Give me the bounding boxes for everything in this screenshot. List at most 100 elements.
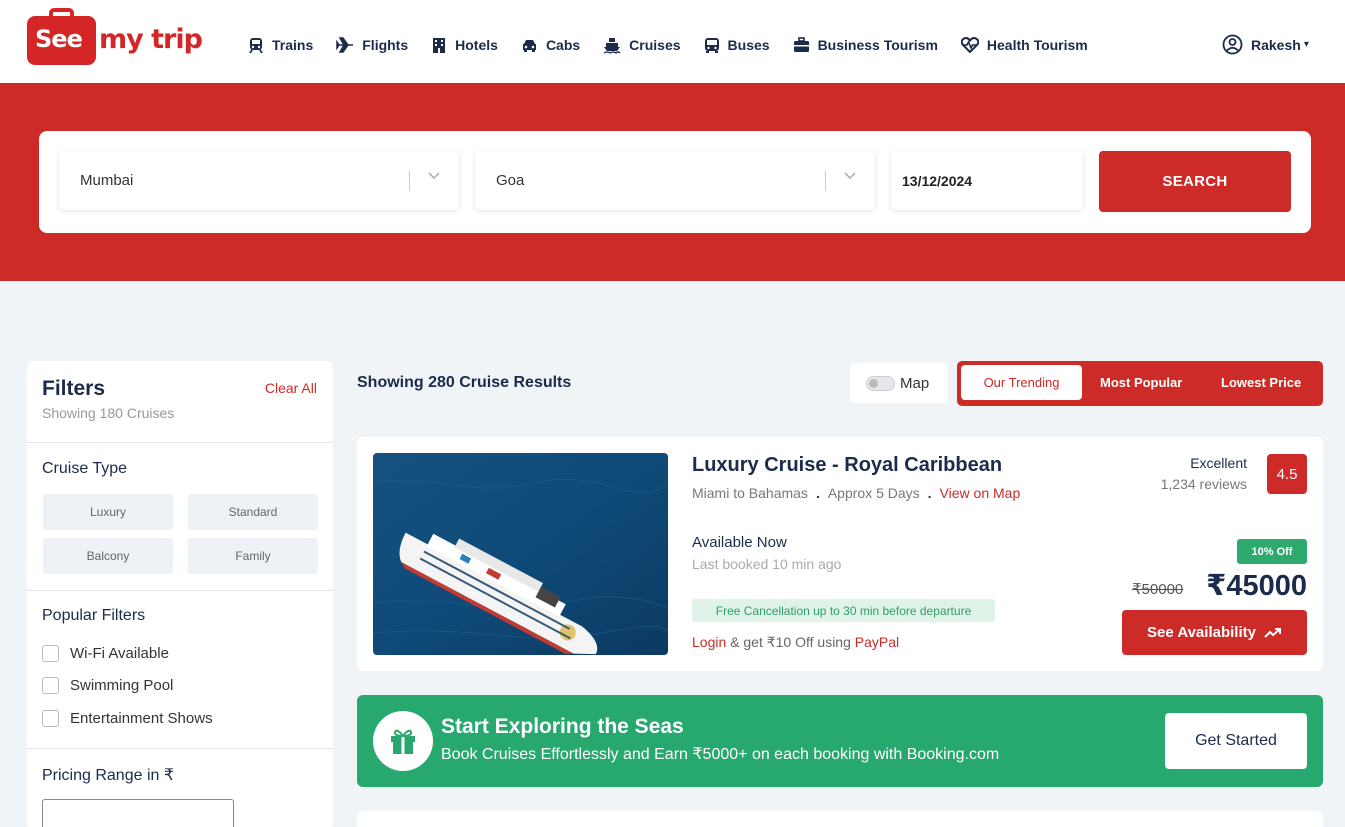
user-name: Rakesh [1251,36,1301,53]
filter-entertainment[interactable]: Entertainment Shows [42,710,213,727]
nav-item-buses[interactable]: Buses [704,37,770,54]
chip-luxury[interactable]: Luxury [43,494,173,530]
filter-label: Entertainment Shows [70,710,213,727]
chip-family[interactable]: Family [188,538,318,574]
button-label: See Availability [1147,624,1256,641]
date-value: 13/12/2024 [902,173,973,189]
login-offer-text: & get ₹10 Off using [726,634,855,650]
from-select[interactable]: Mumbai [59,151,459,210]
main-nav: Trains Flights Hotels Cabs Cruises Buses… [248,34,1111,56]
nav-label: Business Tourism [817,37,938,53]
search-card: Mumbai Goa 13/12/2024 SEARCH [39,131,1311,233]
popular-filters-heading: Popular Filters [42,607,146,624]
nav-item-hotels[interactable]: Hotels [431,37,498,54]
cruise-title[interactable]: Luxury Cruise - Royal Caribbean [692,454,1002,477]
toggle-switch[interactable] [866,375,895,391]
pricing-range-heading: Pricing Range in ₹ [42,767,175,784]
promo-banner: Start Exploring the Seas Book Cruises Ef… [357,695,1323,787]
last-booked-text: Last booked 10 min ago [692,556,842,572]
sort-tab-our-trending[interactable]: Our Trending [961,365,1082,400]
logo-text-see: See [35,25,83,53]
logo-text-rest: my trip [99,24,203,55]
ship-icon [603,37,621,54]
login-offer: Login & get ₹10 Off using PayPal [692,634,899,651]
review-count[interactable]: 1,234 reviews [1161,476,1247,492]
to-value: Goa [496,172,525,189]
nav-item-trains[interactable]: Trains [248,37,313,54]
nav-item-business-tourism[interactable]: Business Tourism [793,37,938,53]
sort-tab-most-popular[interactable]: Most Popular [1100,375,1182,390]
separator-dot: . [927,485,932,501]
chip-standard[interactable]: Standard [188,494,318,530]
checkbox[interactable] [42,645,59,662]
nav-label: Flights [362,37,409,53]
toggle-knob [869,378,878,388]
car-icon [522,39,536,52]
see-availability-button[interactable]: See Availability [1122,610,1307,655]
gift-icon [373,711,433,771]
chevron-down-icon [843,168,857,185]
discount-badge: 10% Off [1237,539,1307,564]
nav-label: Hotels [455,37,498,53]
divider [27,590,333,591]
promo-title: Start Exploring the Seas [441,715,684,738]
nav-label: Cabs [545,37,581,53]
next-result-card [357,811,1323,827]
search-hero: Mumbai Goa 13/12/2024 SEARCH [0,83,1345,281]
checkbox[interactable] [42,710,59,727]
user-avatar-icon [1222,34,1243,55]
free-cancellation-badge: Free Cancellation up to 30 min before de… [692,599,995,622]
nav-item-cabs[interactable]: Cabs [521,37,580,53]
filter-wifi[interactable]: Wi-Fi Available [42,645,169,662]
filters-title: Filters [42,377,106,400]
get-started-button[interactable]: Get Started [1165,713,1307,769]
paypal-link[interactable]: PayPal [855,634,899,650]
cruise-result-card: Luxury Cruise - Royal Caribbean Miami to… [357,437,1323,671]
nav-item-flights[interactable]: Flights [336,37,408,53]
clear-all-link[interactable]: Clear All [265,380,317,396]
map-toggle[interactable]: Map [850,363,948,403]
nav-label: Buses [727,37,770,53]
separator-dot: . [815,485,820,501]
chip-balcony[interactable]: Balcony [43,538,173,574]
hotel-icon [433,37,446,53]
filter-swimming-pool[interactable]: Swimming Pool [42,677,173,694]
user-menu[interactable]: Rakesh ▾ [1222,34,1309,55]
sort-tab-lowest-price[interactable]: Lowest Price [1221,375,1301,390]
results-count: Showing 280 Cruise Results [357,374,572,391]
cruise-route-line: Miami to Bahamas . Approx 5 Days . View … [692,485,1020,501]
nav-item-cruises[interactable]: Cruises [603,37,681,54]
select-divider [409,171,410,191]
plane-icon [336,37,354,53]
chevron-down-icon [427,168,441,185]
filters-sidebar: Filters Showing 180 Cruises Clear All Cr… [27,361,333,827]
from-value: Mumbai [80,172,134,189]
checkbox[interactable] [42,677,59,694]
price-range-input[interactable] [42,799,234,827]
trending-up-icon [1264,627,1281,638]
availability-status: Available Now [692,534,787,551]
filter-label: Swimming Pool [70,677,174,694]
rating-badge: 4.5 [1267,454,1307,494]
nav-label: Cruises [629,37,681,53]
map-label: Map [900,374,930,392]
rating-label: Excellent [1190,455,1247,471]
date-input[interactable]: 13/12/2024 [891,151,1083,210]
caret-down-icon: ▾ [1303,39,1309,50]
briefcase-icon [793,37,809,52]
filter-label: Wi-Fi Available [70,645,169,662]
view-on-map-link[interactable]: View on Map [940,485,1021,501]
train-icon [249,37,263,53]
duration-text: Approx 5 Days [827,485,920,501]
divider [27,748,333,749]
promo-subtitle: Book Cruises Effortlessly and Earn ₹5000… [441,746,1000,763]
divider [27,442,333,443]
login-link[interactable]: Login [692,634,726,650]
original-price: ₹50000 [1132,581,1184,598]
cruise-ship-image[interactable] [373,453,668,655]
search-button[interactable]: SEARCH [1099,151,1291,212]
bus-icon [704,37,719,53]
site-logo[interactable]: See my trip [27,8,212,65]
nav-item-health-tourism[interactable]: Health Tourism [960,37,1088,53]
to-select[interactable]: Goa [475,151,875,210]
